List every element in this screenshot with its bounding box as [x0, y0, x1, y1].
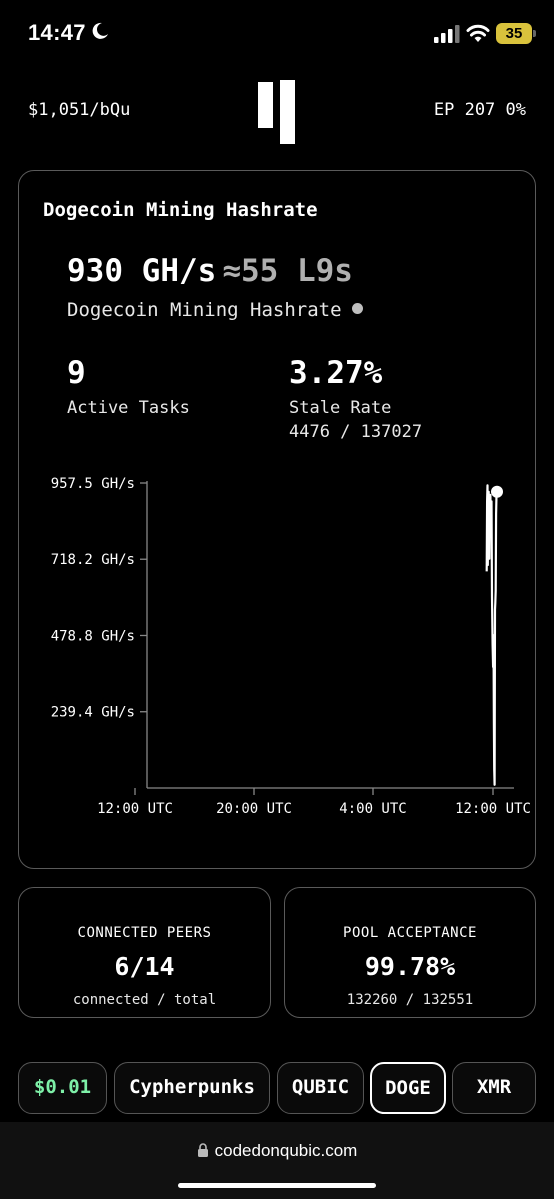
- pool-sub: 132260 / 132551: [346, 992, 474, 1008]
- tab-qubic[interactable]: QUBIC: [277, 1062, 364, 1114]
- status-dot-icon: [351, 303, 363, 314]
- pool-title: POOL ACCEPTANCE: [343, 925, 477, 941]
- battery-cap: [533, 30, 536, 37]
- hashrate-value: 930 GH/s ≈55 L9s: [67, 253, 353, 289]
- pool-value: 99.78%: [364, 952, 456, 981]
- hashrate-subtitle: Dogecoin Mining Hashrate: [67, 299, 363, 321]
- active-tasks-value: 9: [67, 355, 86, 391]
- price-label: $1,051/bQu: [28, 100, 131, 120]
- logo-icon[interactable]: [256, 78, 298, 146]
- x-tick-label: 20:00 UTC: [216, 801, 292, 817]
- y-tick-label: 718.2 GH/s: [51, 552, 135, 568]
- battery-icon: 35: [496, 23, 532, 44]
- card-title: Dogecoin Mining Hashrate: [43, 199, 318, 221]
- peers-sub: connected / total: [72, 992, 217, 1008]
- peers-title: CONNECTED PEERS: [77, 925, 212, 941]
- lock-icon: [197, 1143, 208, 1157]
- y-tick-label: 239.4 GH/s: [51, 705, 135, 721]
- peers-value: 6/14: [114, 952, 175, 981]
- x-tick-label: 12:00 UTC: [97, 801, 173, 817]
- latest-point-marker: [491, 485, 503, 498]
- tab-cypherpunks[interactable]: Cypherpunks: [114, 1062, 270, 1114]
- hashrate-number: 930 GH/s: [67, 253, 217, 289]
- tab-doge[interactable]: DOGE: [370, 1062, 446, 1114]
- stale-rate-value: 3.27%: [289, 355, 383, 391]
- pool-acceptance-card: POOL ACCEPTANCE 99.78% 132260 / 132551: [284, 887, 536, 1018]
- epoch-label: EP 207 0%: [433, 100, 526, 120]
- hashrate-subtitle-text: Dogecoin Mining Hashrate: [67, 299, 342, 321]
- tab-price[interactable]: $0.01: [18, 1062, 107, 1114]
- url-text: codedonqubic.com: [214, 1141, 358, 1160]
- stale-rate-label: Stale Rate: [289, 398, 392, 418]
- signal-icon: [434, 25, 460, 43]
- stale-rate-detail: 4476 / 137027: [289, 422, 423, 442]
- status-bar: 14:47 35: [0, 0, 554, 70]
- hashrate-series-line: [485, 484, 499, 786]
- x-tick-label: 4:00 UTC: [339, 801, 406, 817]
- moon-icon: [92, 22, 108, 39]
- hashrate-card: Dogecoin Mining Hashrate 930 GH/s ≈55 L9s…: [18, 170, 536, 869]
- url-display[interactable]: codedonqubic.com: [0, 1141, 554, 1161]
- tab-bar: $0.01 Cypherpunks QUBIC DOGE XMR: [0, 1062, 554, 1116]
- wifi-icon: [466, 24, 490, 42]
- y-tick-label: 478.8 GH/s: [51, 628, 135, 644]
- active-tasks-label: Active Tasks: [67, 398, 190, 418]
- connected-peers-card: CONNECTED PEERS 6/14 connected / total: [18, 887, 271, 1018]
- hashrate-approx: ≈55 L9s: [222, 253, 353, 289]
- hashrate-chart: 239.4 GH/s 478.8 GH/s 718.2 GH/s 957.5 GH/s…: [51, 476, 531, 817]
- home-indicator[interactable]: [178, 1183, 376, 1188]
- status-time: 14:47: [28, 20, 86, 45]
- x-tick-label: 12:00 UTC: [455, 801, 531, 817]
- y-tick-label: 957.5 GH/s: [51, 476, 135, 492]
- tab-xmr[interactable]: XMR: [452, 1062, 536, 1114]
